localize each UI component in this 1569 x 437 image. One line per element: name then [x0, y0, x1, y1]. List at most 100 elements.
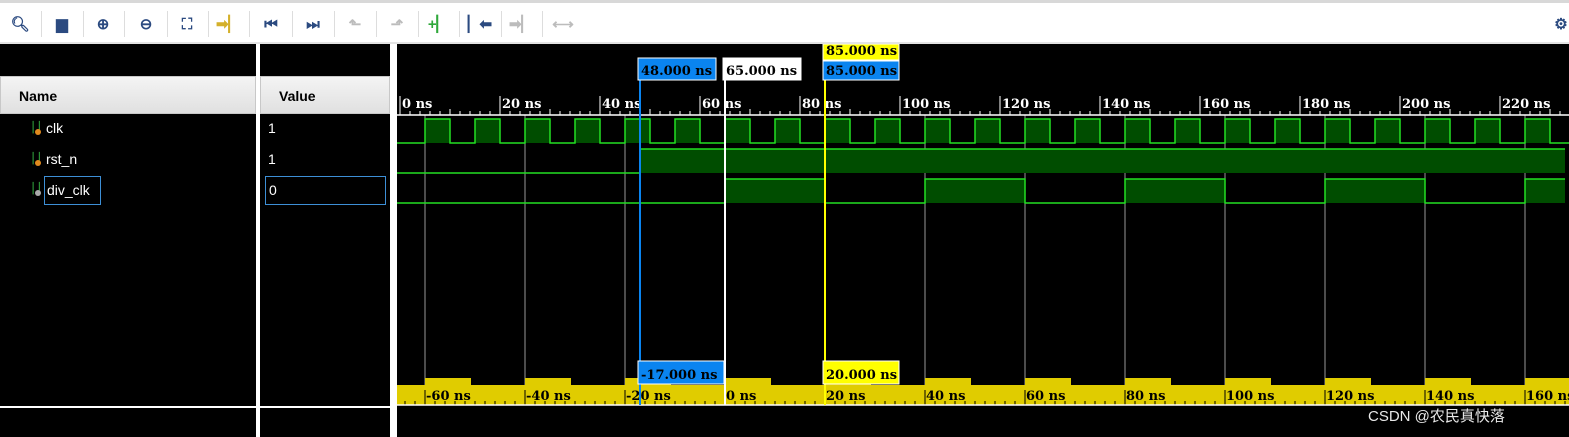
relative-ruler-tab	[1125, 378, 1171, 386]
toolbar-separator	[249, 11, 250, 37]
yellow-cursor-secondary-label: 85.000 ns	[826, 64, 897, 79]
signal-name-clk[interactable]: clk	[44, 117, 65, 139]
next-marker-button[interactable]: ➡▏	[508, 11, 534, 37]
waveform-high-clk	[1025, 119, 1050, 143]
next-transition-button[interactable]: ⬏	[384, 11, 410, 37]
panel-divider[interactable]	[390, 44, 397, 437]
relative-ruler-tab	[1525, 378, 1569, 386]
toolbar-separator	[334, 11, 335, 37]
previous-transition-button[interactable]: ⬑	[342, 11, 368, 37]
relative-ruler-label: 20 ns	[826, 389, 865, 404]
toolbar-separator	[208, 11, 209, 37]
signal-name-rst_n[interactable]: rst_n	[44, 148, 79, 170]
go-to-time-zero-icon: ⏮	[264, 15, 278, 33]
signal-value-clk: 1	[268, 120, 276, 136]
waveform-high-clk	[725, 119, 750, 143]
waveform-high-clk	[825, 119, 850, 143]
waveform-high-clk	[1075, 119, 1100, 143]
yellow-cursor-time-label: 85.000 ns	[826, 44, 897, 59]
zoom-in-button[interactable]: ⊕	[90, 11, 116, 37]
signal-value-panel: Value 1 1 0	[260, 44, 390, 437]
previous-marker-icon: ▏⬅	[467, 16, 493, 33]
swap-cursors-button[interactable]: ⟷	[550, 11, 576, 37]
gear-icon: ⚙	[1554, 16, 1568, 33]
ruler-label: 100 ns	[902, 97, 950, 112]
waveform-high-clk	[675, 119, 700, 143]
search-button[interactable]: 🔍︎	[7, 11, 33, 37]
waveform-high-rst_n	[640, 149, 1565, 173]
waveform-high-clk	[1125, 119, 1150, 143]
go-to-time-zero-button[interactable]: ⏮	[258, 11, 284, 37]
relative-ruler-tab	[925, 378, 971, 386]
waveform-high-clk	[1375, 119, 1400, 143]
ruler-label: 200 ns	[1402, 97, 1450, 112]
save-button[interactable]: ▆	[49, 11, 75, 37]
relative-ruler-label: 160 ns	[1526, 389, 1569, 404]
ruler-label: 60 ns	[702, 97, 741, 112]
signal-name-panel: Name ⏐⏐ clk ⏐⏐ rst_n ⏐⏐ div_clk	[0, 44, 256, 437]
waveform-high-clk	[475, 119, 500, 143]
logic-input-icon: ⏐⏐	[30, 153, 43, 166]
zoom-fit-icon: ⛶	[181, 15, 193, 33]
waveform-canvas[interactable]: 0 ns 20 ns 40 ns 60 ns 80 ns 100 ns 120 ns 140 …	[397, 44, 1569, 437]
relative-ruler-label: 60 ns	[1026, 389, 1065, 404]
yellow-cursor-delta-label: 20.000 ns	[826, 368, 897, 383]
ruler-label: 80 ns	[802, 97, 841, 112]
divider-line	[0, 406, 256, 408]
main-cursor-time-label: 65.000 ns	[726, 64, 797, 79]
signal-name-div_clk[interactable]: div_clk	[44, 176, 101, 205]
waveform-high-clk	[575, 119, 600, 143]
ruler-label: 220 ns	[1502, 97, 1550, 112]
waveform-high-div_clk	[1325, 179, 1425, 203]
name-column-header[interactable]: Name	[0, 76, 256, 114]
go-to-last-time-icon: ⏭	[306, 15, 320, 33]
relative-ruler-label: 80 ns	[1126, 389, 1165, 404]
toolbar-separator	[542, 11, 543, 37]
toolbar-separator	[292, 11, 293, 37]
waveform-high-clk	[1325, 119, 1350, 143]
ruler-label: 20 ns	[502, 97, 541, 112]
waveform-high-clk	[975, 119, 1000, 143]
relative-ruler	[397, 385, 1569, 405]
logic-output-icon: ⏐⏐	[30, 183, 43, 196]
signal-value-div_clk: 0	[265, 176, 386, 205]
ruler-label: 160 ns	[1202, 97, 1250, 112]
save-icon: ▆	[56, 16, 68, 33]
ruler-label: 140 ns	[1102, 97, 1150, 112]
waveform-high-clk	[525, 119, 550, 143]
zoom-out-button[interactable]: ⊖	[133, 11, 159, 37]
swap-cursors-icon: ⟷	[552, 16, 574, 33]
waveform-high-clk	[925, 119, 950, 143]
relative-ruler-tab	[525, 378, 571, 386]
waveform-high-div_clk	[1525, 179, 1565, 203]
go-to-last-time-button[interactable]: ⏭	[300, 11, 326, 37]
relative-ruler-tab	[425, 378, 471, 386]
waveform-high-clk	[1525, 119, 1550, 143]
ruler-label: 0 ns	[402, 97, 432, 112]
waveform-high-clk	[875, 119, 900, 143]
go-to-cursor-button[interactable]: ➡▏	[215, 11, 241, 37]
relative-ruler-tab	[1225, 378, 1271, 386]
ruler-label: 40 ns	[602, 97, 641, 112]
waveform-high-clk	[625, 119, 650, 143]
toolbar-separator	[459, 11, 460, 37]
previous-marker-button[interactable]: ▏⬅	[467, 11, 493, 37]
logic-input-icon: ⏐⏐	[30, 122, 43, 135]
relative-ruler-label: 120 ns	[1326, 389, 1374, 404]
add-marker-button[interactable]: +▏	[425, 11, 451, 37]
waveform-high-clk	[775, 119, 800, 143]
relative-ruler-label: -60 ns	[426, 389, 471, 404]
settings-button[interactable]: ⚙	[1548, 11, 1569, 37]
waveform-high-div_clk	[925, 179, 1025, 203]
next-transition-icon: ⬏	[390, 16, 404, 33]
waveform-high-div_clk	[1125, 179, 1225, 203]
zoom-fit-button[interactable]: ⛶	[174, 11, 200, 37]
value-column-header[interactable]: Value	[260, 76, 390, 114]
toolbar-separator	[41, 11, 42, 37]
relative-ruler-label: 140 ns	[1426, 389, 1474, 404]
watermark: CSDN @农民真快落	[1368, 408, 1505, 425]
waveform-high-clk	[1225, 119, 1250, 143]
relative-ruler-tab	[1025, 378, 1071, 386]
waveform-high-clk	[1275, 119, 1300, 143]
relative-ruler-label: 0 ns	[726, 389, 756, 404]
